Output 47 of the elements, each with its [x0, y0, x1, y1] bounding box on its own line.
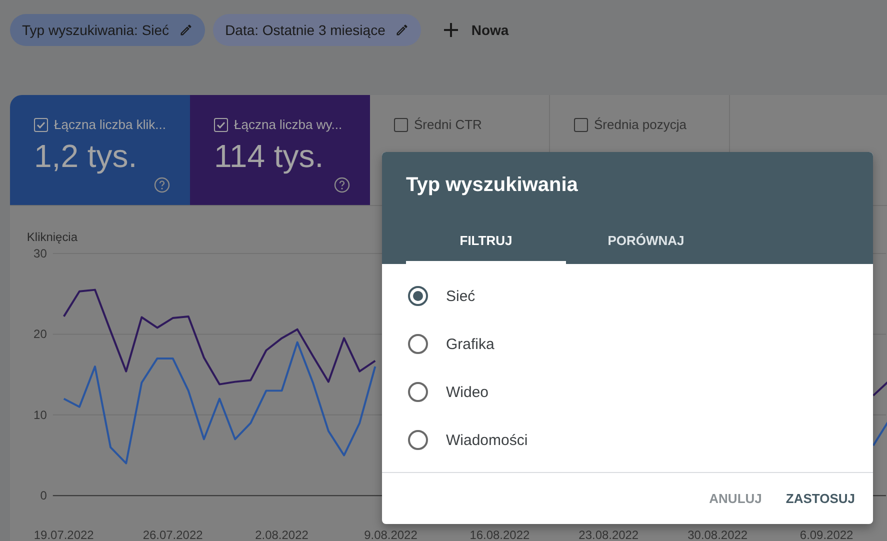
axis-tick: 19.07.2022: [34, 528, 94, 541]
radio-button[interactable]: [408, 334, 428, 354]
radio-button[interactable]: [408, 430, 428, 450]
cancel-button[interactable]: ANULUJ: [701, 483, 770, 514]
metric-label: Łączna liczba klik...: [54, 117, 166, 132]
radio-button[interactable]: [408, 286, 428, 306]
option-label[interactable]: Wideo: [446, 384, 489, 400]
axis-tick: 6.09.2022: [800, 528, 854, 541]
checkbox[interactable]: [214, 118, 228, 132]
checkmark-icon: [36, 120, 46, 130]
radio-button[interactable]: [408, 382, 428, 402]
axis-tick: 23.08.2022: [578, 528, 639, 541]
axis-tick: 26.07.2022: [142, 528, 203, 541]
checkmark-icon: [216, 120, 226, 130]
checkbox[interactable]: [574, 118, 588, 132]
axis-tick: 30: [34, 246, 47, 260]
metric-label: Średnia pozycja: [594, 117, 686, 132]
axis-tick: 2.08.2022: [255, 528, 308, 541]
axis-label: Kliknięcia: [26, 230, 78, 244]
metric-card[interactable]: Łączna liczba wy... 114 tys.: [190, 95, 370, 205]
axis-tick: 16.08.2022: [470, 528, 530, 541]
axis-tick: 9.08.2022: [364, 528, 418, 541]
filter-chip[interactable]: Data: Ostatnie 3 miesiące: [213, 14, 422, 46]
filter-chip[interactable]: Typ wyszukiwania: Sieć: [10, 14, 206, 46]
option-label[interactable]: Sieć: [446, 288, 476, 304]
metric-label: Łączna liczba wy...: [234, 117, 342, 132]
help-icon[interactable]: [154, 176, 170, 193]
axis-tick: 30.08.2022: [688, 528, 748, 541]
apply-button[interactable]: ZASTOSUJ: [778, 483, 863, 514]
metric-card[interactable]: Łączna liczba klik... 1,2 tys.: [10, 95, 190, 205]
option-label[interactable]: Wiadomości: [446, 432, 528, 448]
pencil-icon: [395, 23, 410, 37]
axis-tick: 10: [34, 408, 47, 422]
metric-value: 1,2 tys.: [34, 137, 138, 176]
option-label[interactable]: Grafika: [446, 336, 494, 352]
axis-tick: 20: [34, 326, 47, 341]
new-filter-button[interactable]: Nowa: [429, 14, 523, 46]
tab[interactable]: PORÓWNAJ: [566, 216, 726, 264]
tab[interactable]: FILTRUJ: [406, 216, 566, 264]
pencil-icon: [179, 23, 194, 37]
help-icon[interactable]: [334, 176, 350, 193]
metric-value: 114 tys.: [214, 137, 325, 176]
checkbox[interactable]: [34, 118, 48, 132]
metric-label: Średni CTR: [414, 117, 482, 132]
plus-icon: [443, 22, 460, 38]
axis-tick: 0: [40, 488, 47, 502]
checkbox[interactable]: [394, 118, 408, 132]
